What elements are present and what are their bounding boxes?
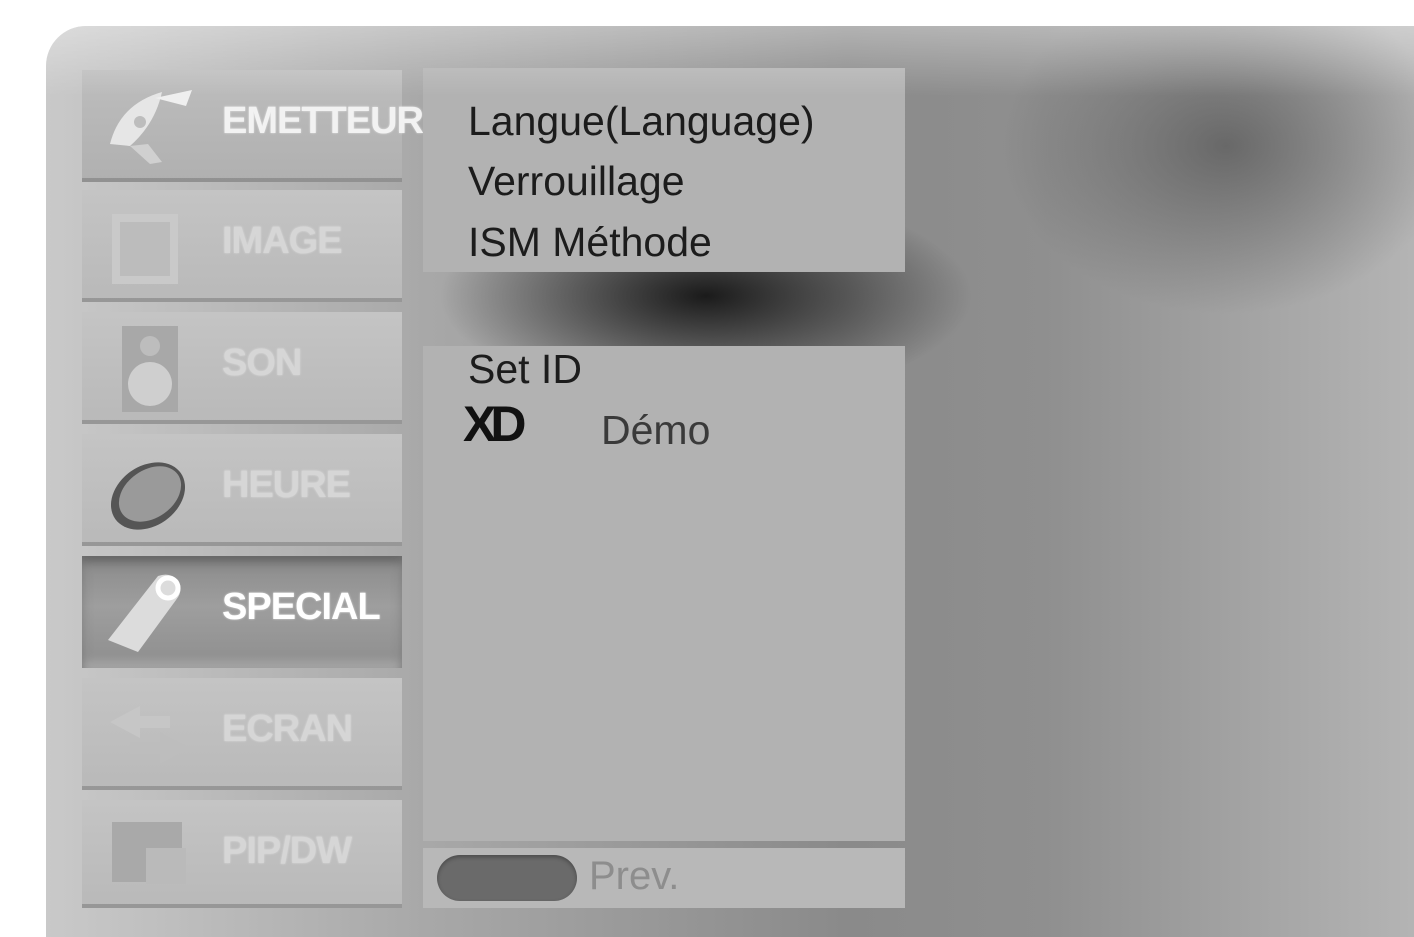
sidebar-label-son: SON (222, 342, 302, 384)
sidebar-item-son[interactable]: SON (82, 312, 402, 424)
menu-item-set-id[interactable]: Set ID (468, 346, 582, 393)
xd-logo: XD (463, 401, 531, 445)
prev-key-button[interactable] (437, 855, 577, 901)
submenu-panel-bottom: Set ID XD Démo (423, 346, 905, 841)
speaker-icon (122, 326, 178, 412)
sidebar-item-heure[interactable]: HEURE (82, 434, 402, 546)
menu-item-verrouillage[interactable]: Verrouillage (468, 158, 685, 205)
satellite-dish-icon (110, 90, 192, 164)
tv-osd-screen: EMETTEUR IMAGE SON HEURE SPECIAL ECRAN P… (46, 26, 1414, 937)
menu-item-demo[interactable]: Démo (601, 407, 710, 454)
clock-icon (110, 462, 186, 530)
prev-label: Prev. (589, 854, 680, 898)
sidebar-label-pip: PIP/DW (222, 830, 352, 872)
sidebar-label-heure: HEURE (222, 464, 351, 506)
sidebar-item-image[interactable]: IMAGE (82, 190, 402, 302)
menu-item-langue[interactable]: Langue(Language) (468, 98, 815, 145)
svg-text:XD: XD (463, 401, 525, 445)
sidebar-item-pip[interactable]: PIP/DW (82, 800, 402, 908)
footer-bar: Prev. (423, 848, 905, 908)
menu-item-ism-methode[interactable]: ISM Méthode (468, 219, 712, 266)
sidebar-label-ecran: ECRAN (222, 708, 353, 750)
sidebar-item-emetteur[interactable]: EMETTEUR (82, 70, 424, 182)
arrows-icon (110, 706, 190, 764)
sidebar-item-special[interactable]: SPECIAL (82, 556, 402, 668)
sidebar-label-emetteur: EMETTEUR (222, 100, 424, 142)
sidebar-label-special: SPECIAL (222, 586, 381, 628)
sidebar-item-ecran[interactable]: ECRAN (82, 678, 402, 790)
tag-icon (108, 574, 181, 652)
picture-icon (112, 214, 178, 284)
pip-icon (112, 822, 186, 884)
submenu-panel-top: Langue(Language) Verrouillage ISM Méthod… (423, 68, 905, 272)
sidebar-label-image: IMAGE (222, 220, 343, 262)
